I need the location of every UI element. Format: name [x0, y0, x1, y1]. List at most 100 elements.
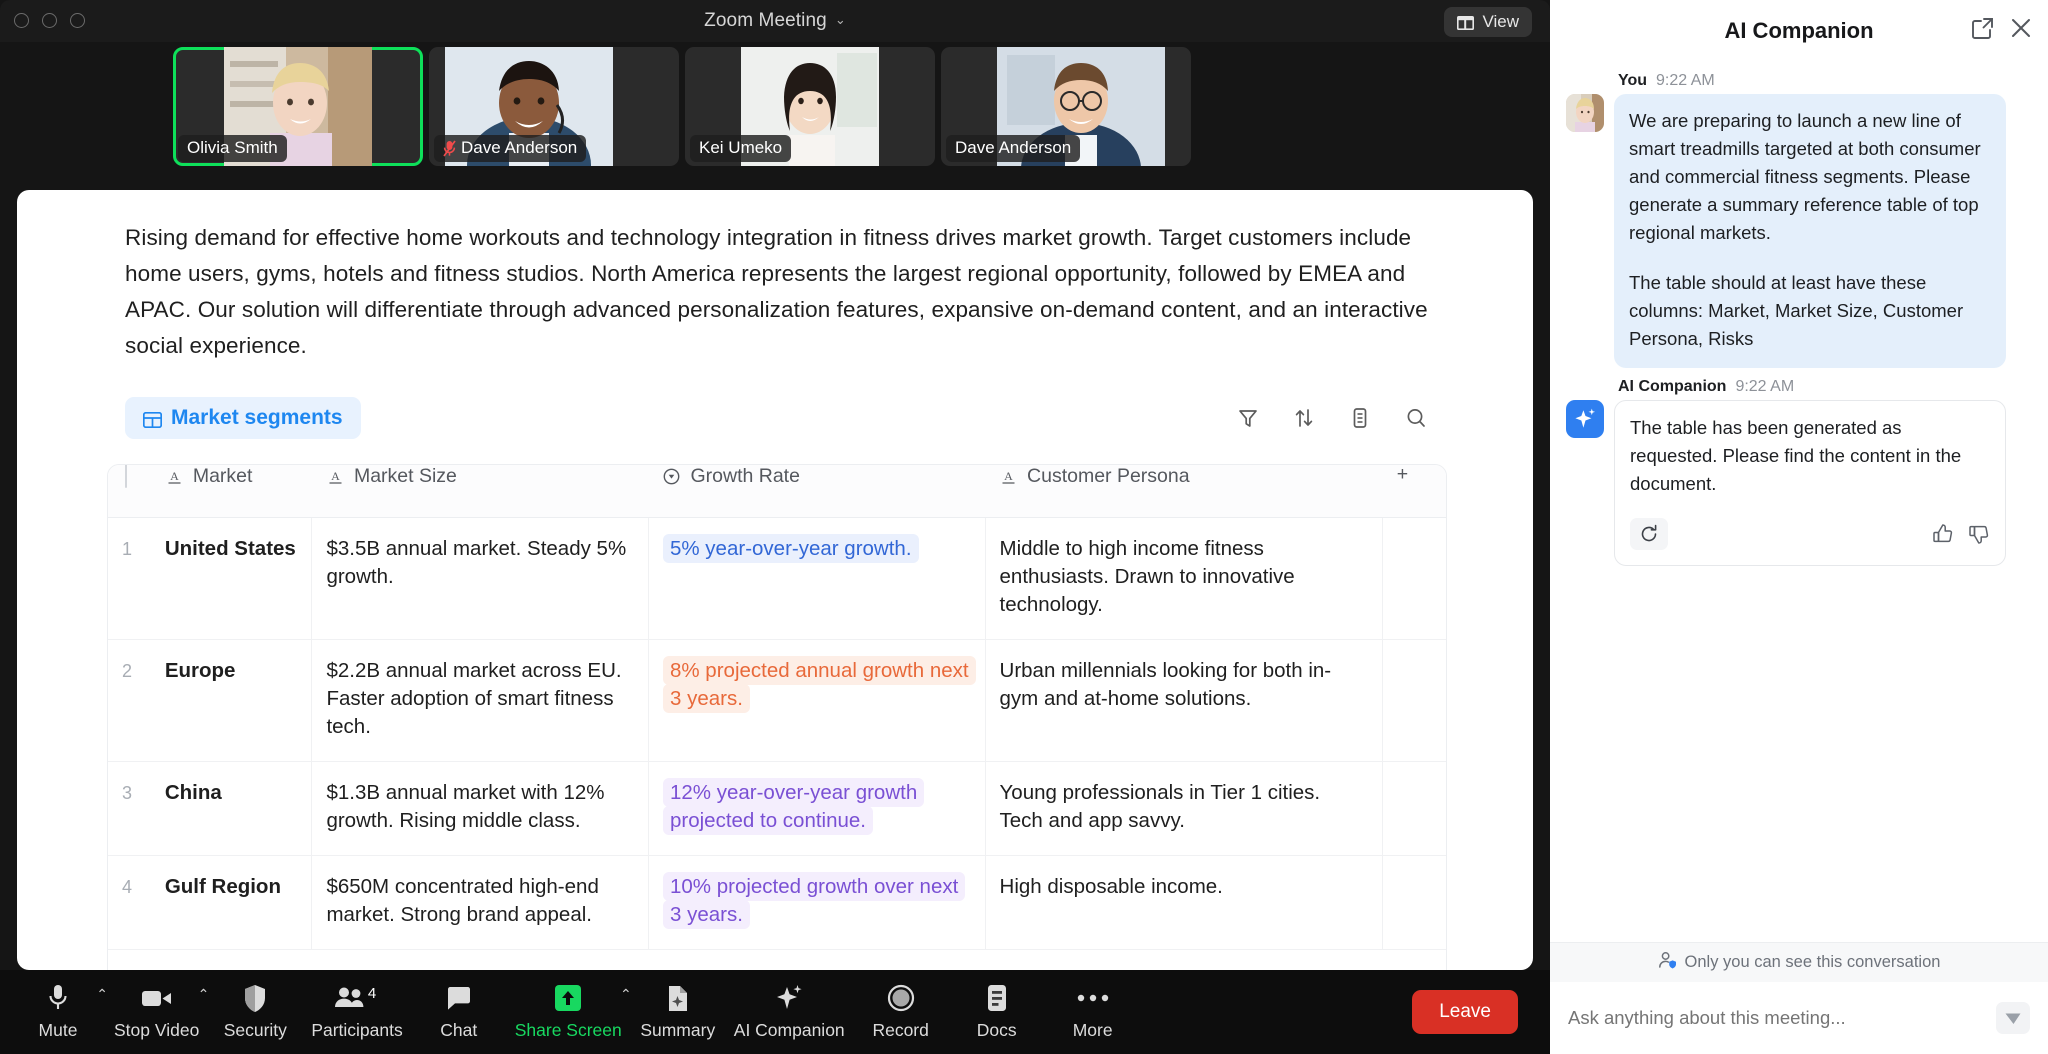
- message-bot: The table has been generated as requeste…: [1566, 400, 2032, 566]
- toolbar-security-button[interactable]: Security: [207, 970, 303, 1054]
- cell-market[interactable]: Europe: [151, 639, 312, 761]
- toolbar-participants-button[interactable]: 4 Participants: [303, 970, 410, 1054]
- cell-market-size[interactable]: $2.2B annual market across EU. Faster ad…: [312, 639, 649, 761]
- table-row[interactable]: 2 Europe $2.2B annual market across EU. …: [108, 639, 1446, 761]
- cell-growth-rate[interactable]: 5% year-over-year growth.: [648, 517, 985, 639]
- select-type-icon: [662, 467, 681, 486]
- private-person-icon: [1658, 951, 1677, 975]
- toolbar-ai-companion-button[interactable]: AI Companion: [726, 970, 853, 1054]
- filter-icon[interactable]: [1236, 406, 1260, 430]
- toolbar-summary-button[interactable]: Summary: [630, 970, 726, 1054]
- toolbar-label: More: [1073, 1020, 1113, 1041]
- cell-market-size[interactable]: $3.5B annual market. Steady 5% growth.: [312, 517, 649, 639]
- toolbar-more-button[interactable]: More: [1045, 970, 1141, 1054]
- ai-prompt-input[interactable]: [1568, 1007, 1996, 1029]
- toolbar-mute-button[interactable]: Mute ⌃: [10, 970, 106, 1054]
- svg-text:A: A: [1004, 469, 1013, 483]
- message-author: AI Companion: [1618, 378, 1726, 395]
- toolbar-label: Summary: [640, 1020, 715, 1041]
- message-meta: AI Companion 9:22 AM: [1618, 378, 2032, 396]
- participant-name-badge: Dave Anderson: [946, 135, 1080, 162]
- ellipsis-icon: [1077, 983, 1109, 1013]
- share-screen-icon: [553, 983, 583, 1013]
- growth-rate-pill: 10% projected growth over next 3 years.: [663, 872, 965, 929]
- cell-market-size[interactable]: $650M concentrated high-end market. Stro…: [312, 855, 649, 949]
- muted-microphone-icon: [443, 140, 456, 157]
- table-row[interactable]: 4 Gulf Region $650M concentrated high-en…: [108, 855, 1446, 949]
- participant-name-badge: Kei Umeko: [690, 135, 791, 162]
- participant-name: Dave Anderson: [461, 138, 577, 158]
- toolbar-docs-button[interactable]: Docs: [949, 970, 1045, 1054]
- cell-empty[interactable]: [1383, 761, 1446, 855]
- cell-empty[interactable]: [1383, 855, 1446, 949]
- participant-tile[interactable]: Dave Anderson: [429, 47, 679, 166]
- cell-market[interactable]: China: [151, 761, 312, 855]
- cell-market[interactable]: United States: [151, 517, 312, 639]
- cell-market[interactable]: Gulf Region: [151, 855, 312, 949]
- tab-market-segments-label: Market segments: [171, 406, 343, 430]
- search-icon[interactable]: [1404, 406, 1428, 430]
- table-row[interactable]: 1 United States $3.5B annual market. Ste…: [108, 517, 1446, 639]
- toolbar-label: Record: [872, 1020, 928, 1041]
- cell-customer-persona[interactable]: Urban millennials looking for both in-gy…: [985, 639, 1383, 761]
- message-time: 9:22 AM: [1735, 378, 1794, 395]
- growth-rate-pill: 8% projected annual growth next 3 years.: [663, 656, 976, 713]
- send-icon[interactable]: [1996, 1002, 2030, 1034]
- cell-growth-rate[interactable]: 8% projected annual growth next 3 years.: [648, 639, 985, 761]
- ai-input-row: [1550, 982, 2048, 1054]
- sparkle-icon: [1573, 407, 1597, 431]
- message-actions: [1630, 518, 1990, 550]
- toolbar-label: Participants: [311, 1020, 402, 1041]
- select-all-checkbox[interactable]: [125, 464, 127, 488]
- message-author: You: [1618, 72, 1647, 89]
- column-header-customer-persona[interactable]: A Customer Persona: [985, 465, 1383, 517]
- popout-icon[interactable]: [1972, 17, 1994, 39]
- row-number: 1: [108, 517, 151, 639]
- close-icon[interactable]: [2010, 17, 2032, 39]
- column-header-label: Market: [193, 465, 253, 488]
- thumbs-up-icon[interactable]: [1932, 523, 1954, 545]
- column-header-growth-rate[interactable]: Growth Rate: [648, 465, 985, 517]
- row-height-icon[interactable]: [1348, 406, 1372, 430]
- toolbar-stop-video-button[interactable]: Stop Video ⌃: [106, 970, 207, 1054]
- view-button[interactable]: View: [1444, 7, 1532, 37]
- participant-tile[interactable]: Olivia Smith: [173, 47, 423, 166]
- toolbar-chat-button[interactable]: Chat: [411, 970, 507, 1054]
- cell-market-size[interactable]: $1.3B annual market with 12% growth. Ris…: [312, 761, 649, 855]
- column-header-label: Market Size: [354, 465, 457, 488]
- toolbar-share-screen-button[interactable]: Share Screen ⌃: [507, 970, 630, 1054]
- column-header-market-size[interactable]: A Market Size: [312, 465, 649, 517]
- cell-customer-persona[interactable]: Young professionals in Tier 1 cities. Te…: [985, 761, 1383, 855]
- cell-growth-rate[interactable]: 12% year-over-year growth projected to c…: [648, 761, 985, 855]
- growth-rate-pill: 5% year-over-year growth.: [663, 534, 919, 563]
- toolbar-record-button[interactable]: Record: [853, 970, 949, 1054]
- participant-name: Olivia Smith: [187, 138, 278, 158]
- cell-customer-persona[interactable]: High disposable income.: [985, 855, 1383, 949]
- participant-tile[interactable]: Kei Umeko: [685, 47, 935, 166]
- sort-icon[interactable]: [1292, 406, 1316, 430]
- cell-customer-persona[interactable]: Middle to high income fitness enthusiast…: [985, 517, 1383, 639]
- docs-icon: [986, 983, 1008, 1013]
- thumbs-down-icon[interactable]: [1968, 523, 1990, 545]
- table-header-row: A Market A: [108, 465, 1446, 517]
- column-header-market[interactable]: A Market: [151, 465, 312, 517]
- tab-market-segments[interactable]: Market segments: [125, 397, 361, 439]
- cell-growth-rate[interactable]: 10% projected growth over next 3 years.: [648, 855, 985, 949]
- cell-empty[interactable]: [1383, 517, 1446, 639]
- regenerate-icon[interactable]: [1630, 518, 1668, 550]
- window-titlebar: Zoom Meeting⌄ View: [0, 0, 1550, 42]
- table-row[interactable]: 3 China $1.3B annual market with 12% gro…: [108, 761, 1446, 855]
- zoom-meeting-app: Zoom Meeting⌄ View: [0, 0, 2048, 1054]
- toolbar-label: Share Screen: [515, 1020, 622, 1041]
- text-type-icon: A: [326, 467, 345, 486]
- cell-empty[interactable]: [1383, 639, 1446, 761]
- participant-tile[interactable]: Dave Anderson: [941, 47, 1191, 166]
- add-column-button[interactable]: +: [1383, 465, 1446, 517]
- ai-companion-title: AI Companion: [1724, 18, 1873, 44]
- add-row-button[interactable]: +: [108, 950, 1446, 971]
- message-bubble: We are preparing to launch a new line of…: [1614, 94, 2006, 368]
- summary-doc-icon: [666, 983, 690, 1013]
- toolbar-label: AI Companion: [734, 1020, 845, 1041]
- leave-meeting-button[interactable]: Leave: [1412, 990, 1518, 1034]
- chevron-down-icon[interactable]: ⌄: [835, 12, 846, 28]
